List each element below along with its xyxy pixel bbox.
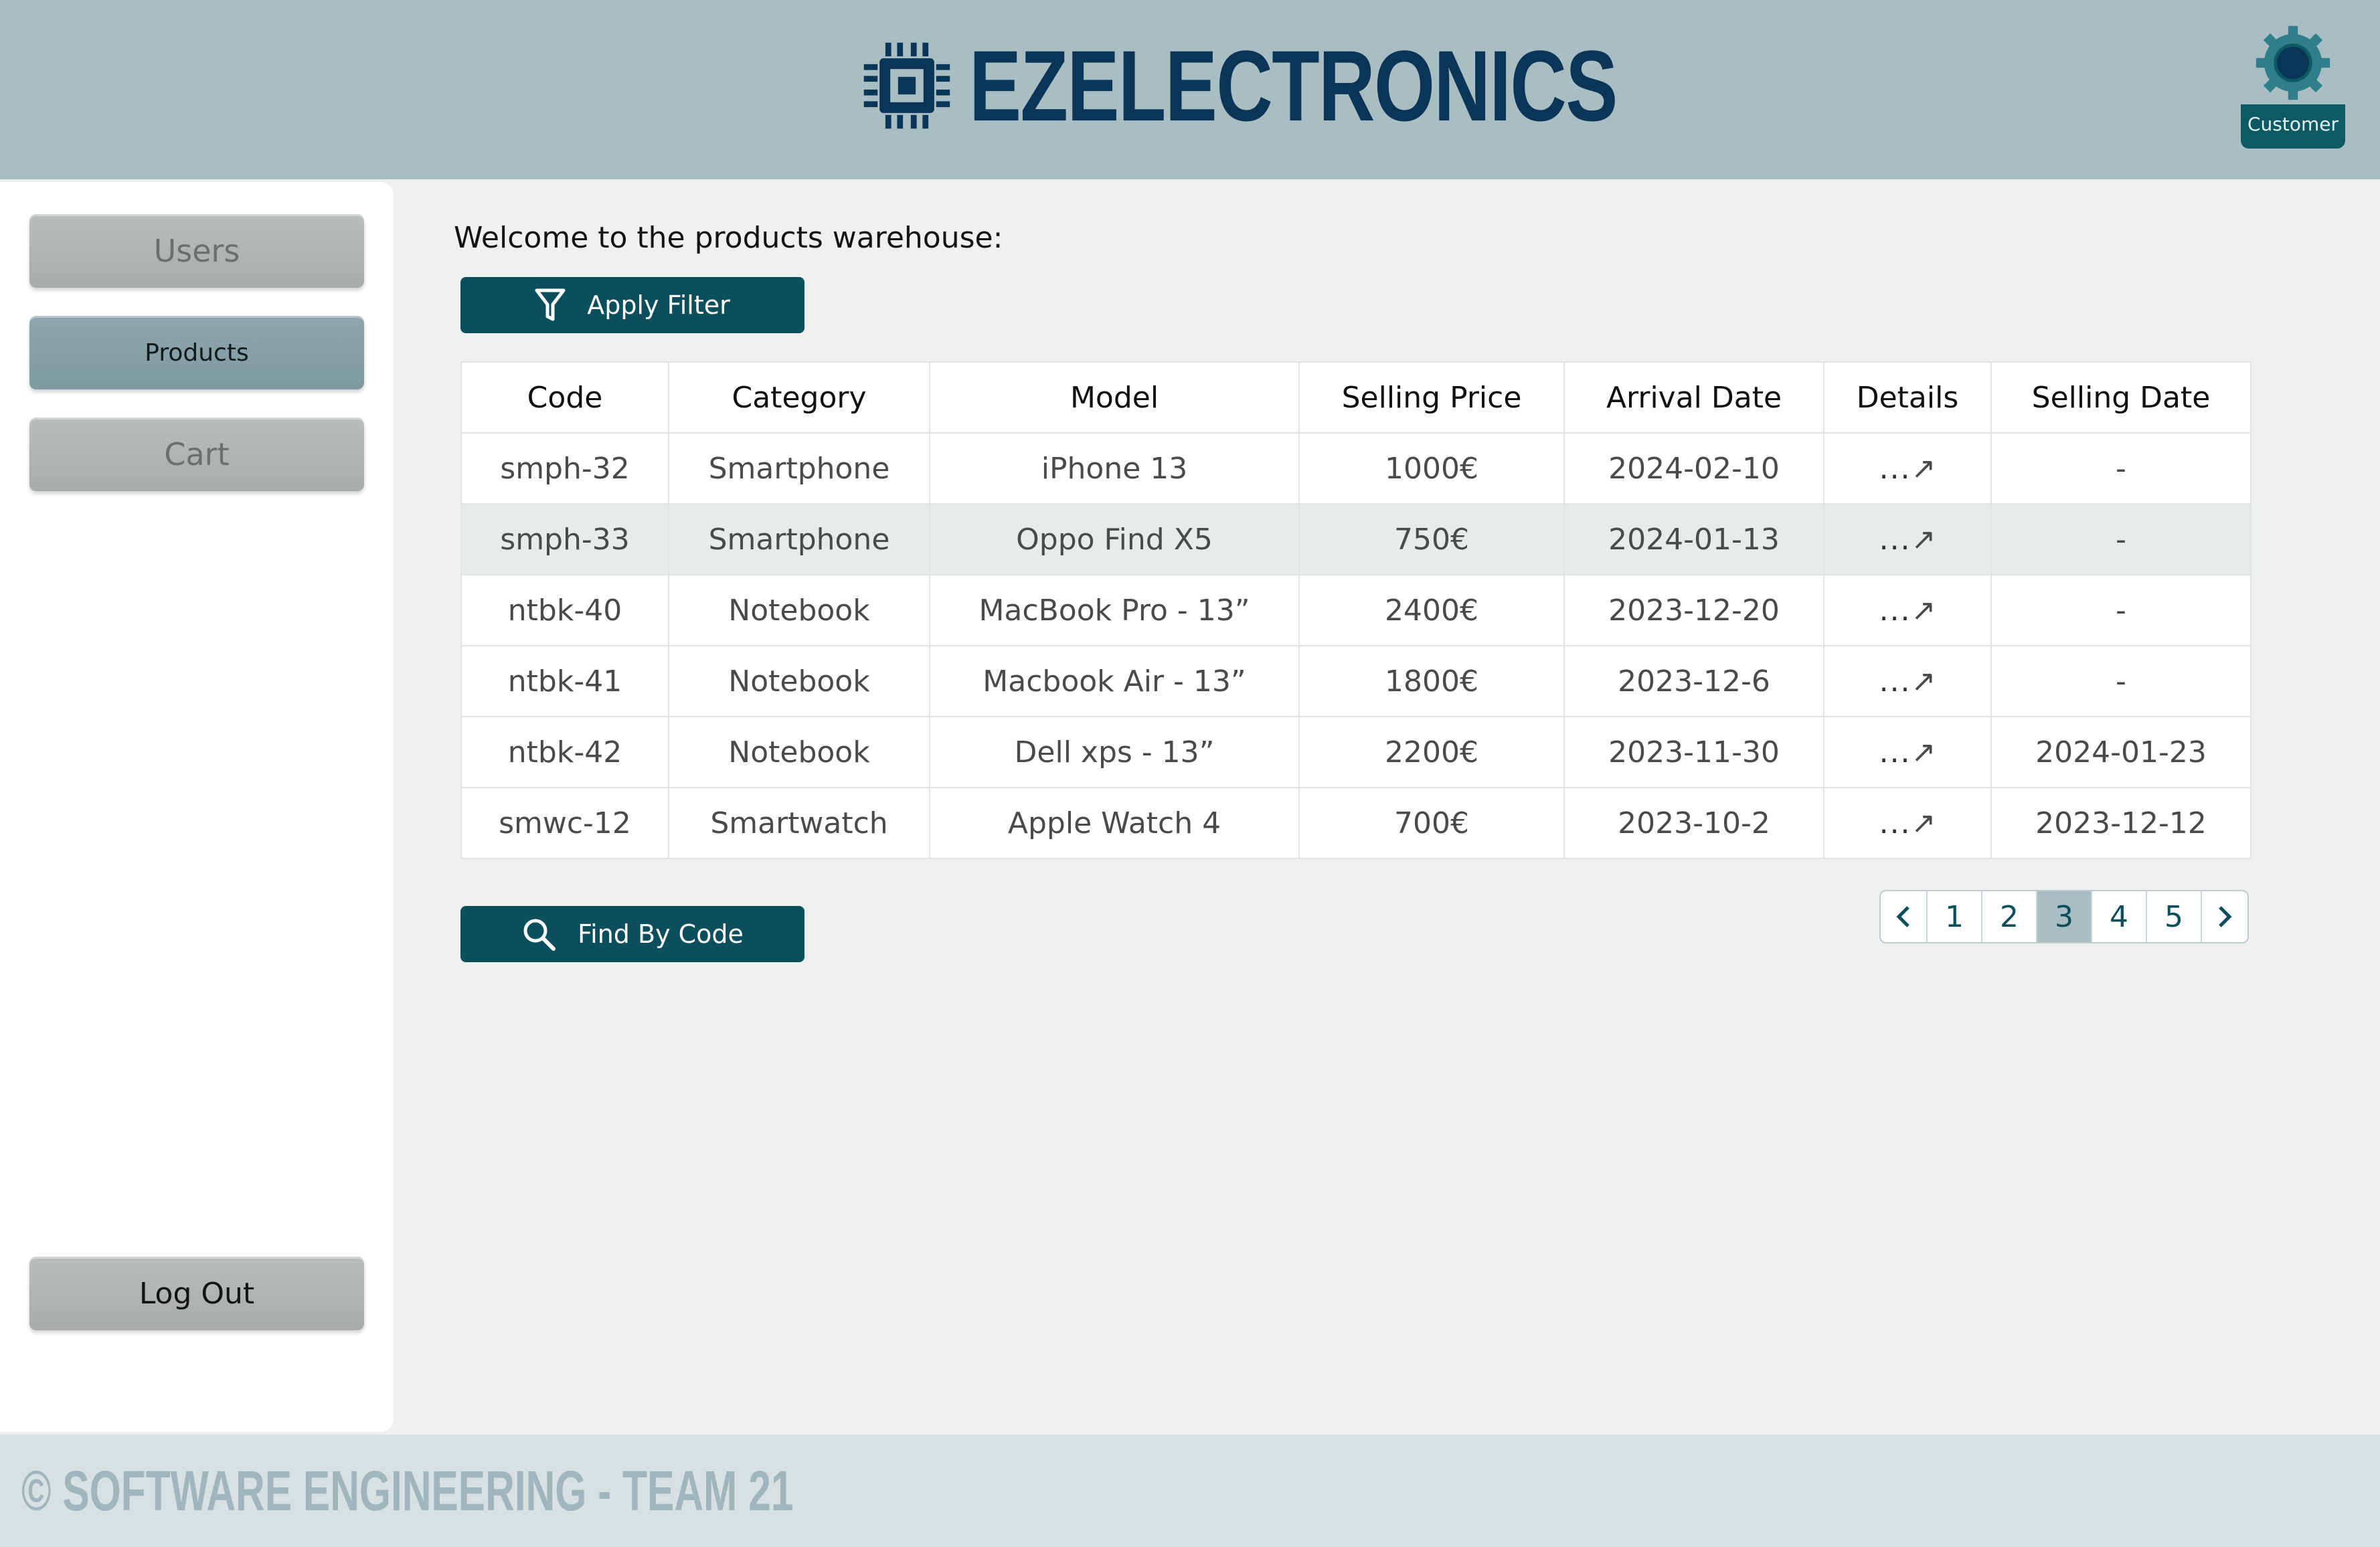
- cell-details[interactable]: ...↗: [1823, 503, 1992, 575]
- cell-details[interactable]: ...↗: [1823, 787, 1992, 859]
- column-header[interactable]: Model: [929, 361, 1300, 434]
- table-row[interactable]: smph-33 Smartphone Oppo Find X5 750€ 202…: [460, 503, 2251, 575]
- cell-price: 1000€: [1298, 432, 1565, 505]
- cell-model: Dell xps - 13”: [929, 716, 1300, 788]
- brand-logo: EZELECTRONICS: [858, 32, 1800, 139]
- logout-button[interactable]: Log Out: [29, 1257, 364, 1330]
- cell-details[interactable]: ...↗: [1823, 645, 1992, 717]
- table-row[interactable]: ntbk-42 Notebook Dell xps - 13” 2200€ 20…: [460, 716, 2251, 788]
- sidebar-item-cart[interactable]: Cart: [29, 418, 364, 491]
- cell-price: 2200€: [1298, 716, 1565, 788]
- sidebar: Users Products Cart Log Out: [0, 182, 394, 1432]
- column-header[interactable]: Selling Price: [1298, 361, 1565, 434]
- details-link[interactable]: ...: [1879, 806, 1911, 840]
- filter-icon: [535, 288, 566, 321]
- chevron-right-icon[interactable]: [2202, 891, 2247, 942]
- cell-selling-date: 2023-12-12: [1990, 787, 2251, 859]
- search-icon: [523, 919, 556, 951]
- column-header[interactable]: Code: [460, 361, 669, 434]
- cell-price: 2400€: [1298, 574, 1565, 646]
- cell-category: Notebook: [668, 645, 930, 717]
- external-link-icon[interactable]: ↗: [1911, 594, 1936, 628]
- table-header-row: Code Category Model Selling Price Arriva…: [460, 361, 2251, 434]
- role-badge: Customer: [2241, 104, 2345, 149]
- page-button-3[interactable]: 3: [2037, 891, 2092, 942]
- cell-code: ntbk-41: [460, 645, 669, 717]
- cell-details[interactable]: ...↗: [1823, 432, 1992, 505]
- brand-name: EZELECTRONICS: [969, 29, 1618, 142]
- cell-model: Apple Watch 4: [929, 787, 1300, 859]
- apply-filter-button[interactable]: Apply Filter: [460, 277, 804, 333]
- page-button-2[interactable]: 2: [1982, 891, 2037, 942]
- table-row[interactable]: smph-32 Smartphone iPhone 13 1000€ 2024-…: [460, 432, 2251, 505]
- find-by-code-button[interactable]: Find By Code: [460, 906, 804, 962]
- column-header[interactable]: Category: [668, 361, 930, 434]
- page-title: Welcome to the products warehouse:: [454, 221, 1003, 255]
- cell-arrival-date: 2023-10-2: [1563, 787, 1824, 859]
- app-header: EZELECTRONICS Customer: [0, 0, 2380, 179]
- cell-price: 700€: [1298, 787, 1565, 859]
- cell-selling-date: -: [1990, 503, 2251, 575]
- cell-selling-date: 2024-01-23: [1990, 716, 2251, 788]
- cell-model: Oppo Find X5: [929, 503, 1300, 575]
- cell-details[interactable]: ...↗: [1823, 716, 1992, 788]
- cell-arrival-date: 2023-11-30: [1563, 716, 1824, 788]
- column-header[interactable]: Selling Date: [1990, 361, 2251, 434]
- details-link[interactable]: ...: [1879, 523, 1911, 557]
- page-button-4[interactable]: 4: [2092, 891, 2147, 942]
- chip-icon: [863, 42, 950, 129]
- cell-arrival-date: 2024-02-10: [1563, 432, 1824, 505]
- cell-model: iPhone 13: [929, 432, 1300, 505]
- cell-code: smph-33: [460, 503, 669, 575]
- details-link[interactable]: ...: [1879, 452, 1911, 486]
- column-header[interactable]: Arrival Date: [1563, 361, 1824, 434]
- cell-category: Notebook: [668, 716, 930, 788]
- sidebar-item-products[interactable]: Products: [29, 316, 364, 389]
- cell-code: smph-32: [460, 432, 669, 505]
- user-menu[interactable]: Customer: [2241, 23, 2345, 150]
- app-footer: © SOFTWARE ENGINEERING - TEAM 21: [0, 1435, 2380, 1547]
- cell-details[interactable]: ...↗: [1823, 574, 1992, 646]
- cell-arrival-date: 2024-01-13: [1563, 503, 1824, 575]
- cell-code: ntbk-40: [460, 574, 669, 646]
- footer-copyright: © SOFTWARE ENGINEERING - TEAM 21: [21, 1459, 794, 1522]
- products-table: Code Category Model Selling Price Arriva…: [460, 361, 2251, 859]
- apply-filter-label: Apply Filter: [587, 290, 730, 320]
- table-row[interactable]: ntbk-40 Notebook MacBook Pro - 13” 2400€…: [460, 574, 2251, 646]
- cell-category: Smartphone: [668, 503, 930, 575]
- external-link-icon[interactable]: ↗: [1911, 735, 1936, 769]
- cell-model: Macbook Air - 13”: [929, 645, 1300, 717]
- table-row[interactable]: smwc-12 Smartwatch Apple Watch 4 700€ 20…: [460, 787, 2251, 859]
- cell-code: ntbk-42: [460, 716, 669, 788]
- details-link[interactable]: ...: [1879, 735, 1911, 769]
- page-button-1[interactable]: 1: [1928, 891, 1982, 942]
- details-link[interactable]: ...: [1879, 664, 1911, 699]
- sidebar-item-users[interactable]: Users: [29, 214, 364, 288]
- cell-model: MacBook Pro - 13”: [929, 574, 1300, 646]
- cell-price: 1800€: [1298, 645, 1565, 717]
- cell-code: smwc-12: [460, 787, 669, 859]
- gear-icon[interactable]: [2253, 23, 2333, 103]
- table-row[interactable]: ntbk-41 Notebook Macbook Air - 13” 1800€…: [460, 645, 2251, 717]
- details-link[interactable]: ...: [1879, 594, 1911, 628]
- pagination: 1 2 3 4 5: [1879, 890, 2249, 943]
- cell-selling-date: -: [1990, 645, 2251, 717]
- find-by-code-label: Find By Code: [578, 919, 744, 949]
- cell-arrival-date: 2023-12-6: [1563, 645, 1824, 717]
- cell-category: Notebook: [668, 574, 930, 646]
- external-link-icon[interactable]: ↗: [1911, 664, 1936, 699]
- external-link-icon[interactable]: ↗: [1911, 452, 1936, 486]
- cell-selling-date: -: [1990, 432, 2251, 505]
- page-button-5[interactable]: 5: [2147, 891, 2202, 942]
- cell-price: 750€: [1298, 503, 1565, 575]
- column-header[interactable]: Details: [1823, 361, 1992, 434]
- cell-selling-date: -: [1990, 574, 2251, 646]
- chevron-left-icon[interactable]: [1881, 891, 1928, 942]
- external-link-icon[interactable]: ↗: [1911, 806, 1936, 840]
- cell-category: Smartphone: [668, 432, 930, 505]
- cell-arrival-date: 2023-12-20: [1563, 574, 1824, 646]
- cell-category: Smartwatch: [668, 787, 930, 859]
- external-link-icon[interactable]: ↗: [1911, 523, 1936, 557]
